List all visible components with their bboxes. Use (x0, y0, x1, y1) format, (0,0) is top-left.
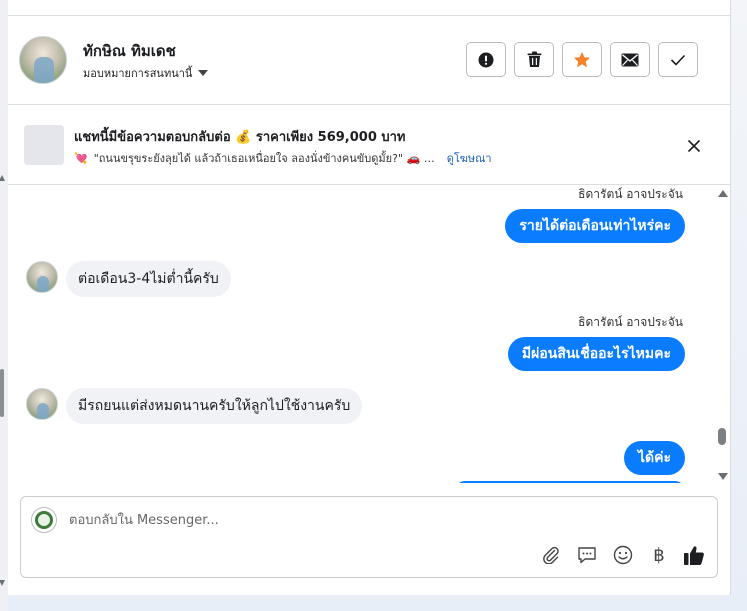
contact-avatar[interactable] (19, 36, 67, 84)
message-bubble-outgoing[interactable]: รายได้ต่อเดือนเท่าไหร่คะ (505, 209, 685, 243)
message-thread[interactable]: ธิดารัตน์ อาจประจัน รายได้ต่อเดือนเท่าไห… (8, 185, 731, 483)
contact-name[interactable]: ทักษิณ ทิมเดช (83, 39, 176, 63)
smiley-icon (613, 545, 633, 565)
assign-dropdown[interactable]: มอบหมายการสนทนานี้ (83, 64, 209, 82)
scroll-thumb[interactable] (718, 428, 726, 445)
baht-icon: ฿ (653, 544, 665, 566)
paperclip-icon (543, 546, 559, 564)
ad-subtitle-row: 💘 "ถนนขรุขระยังลุยได้ แล้วถ้าเธอเหนื่อยใ… (74, 149, 492, 167)
mark-done-button[interactable] (658, 42, 698, 77)
sender-label: ธิดารัตน์ อาจประจัน (578, 187, 683, 201)
trash-icon (527, 51, 541, 67)
ad-subtitle: "ถนนขรุขระยังลุยได้ แล้วถ้าเธอเหนื่อยใจ … (93, 152, 435, 165)
payment-button[interactable]: ฿ (647, 543, 671, 567)
thread-scrollbar[interactable] (716, 185, 730, 483)
star-button[interactable] (562, 42, 602, 77)
left-scroll-down-icon[interactable] (0, 580, 5, 586)
ad-context-banner: แชทนี้มีข้อความตอบกลับต่อ 💰 ราคาเพียง 56… (8, 105, 731, 185)
conversation-header: ทักษิณ ทิมเดช มอบหมายการสนทนานี้ (8, 16, 731, 105)
speech-bubble-icon (578, 547, 596, 564)
message-bubble-outgoing[interactable]: ได้ค่ะ (623, 441, 685, 475)
envelope-icon (621, 53, 639, 66)
left-edge-strip (0, 0, 8, 611)
ad-thumbnail[interactable] (24, 125, 64, 165)
contact-avatar-small (26, 261, 58, 293)
message-bubble-incoming[interactable]: ต่อเดือน3-4ไม่ต่ำนี้ครับ (66, 261, 231, 297)
attach-button[interactable] (539, 543, 563, 567)
conversation-panel: ทักษิณ ทิมเดช มอบหมายการสนทนานี้ แชทนี้ม… (8, 0, 731, 595)
close-icon (687, 139, 701, 153)
message-bubble-outgoing[interactable]: มีผ่อนสินเชื่ออะไรไหมคะ (507, 337, 685, 371)
exclamation-icon (478, 52, 494, 67)
message-bubble-outgoing-partial[interactable] (455, 481, 685, 483)
sender-label: ธิดารัตน์ อาจประจัน (578, 315, 683, 329)
delete-button[interactable] (514, 42, 554, 77)
thumbs-up-icon (684, 545, 704, 565)
message-composer: ฿ (20, 496, 718, 578)
saved-replies-button[interactable] (575, 543, 599, 567)
left-scroll-thumb[interactable] (0, 369, 4, 417)
scroll-up-icon[interactable] (718, 190, 728, 197)
check-icon (670, 54, 686, 66)
scroll-down-icon[interactable] (718, 473, 728, 480)
heart-emoji-icon: 💘 (74, 151, 88, 165)
left-scroll-up-icon[interactable] (0, 175, 5, 181)
star-icon (574, 51, 590, 67)
mark-spam-button[interactable] (466, 42, 506, 77)
page-avatar (31, 507, 57, 533)
close-banner-button[interactable] (682, 134, 706, 158)
message-bubble-incoming[interactable]: มีรถยนแต่ส่งหมดนานครับให้ลูกไปใช้งานครับ (66, 388, 363, 424)
mark-unread-button[interactable] (610, 42, 650, 77)
caret-down-icon (198, 70, 209, 76)
reply-input[interactable] (69, 509, 669, 531)
assign-label: มอบหมายการสนทนานี้ (83, 67, 193, 80)
view-ad-link[interactable]: ดูโฆษณา (447, 149, 492, 167)
ad-title: แชทนี้มีข้อความตอบกลับต่อ 💰 ราคาเพียง 56… (74, 130, 406, 145)
emoji-button[interactable] (611, 543, 635, 567)
contact-avatar-small (26, 388, 58, 420)
like-button[interactable] (682, 543, 706, 567)
